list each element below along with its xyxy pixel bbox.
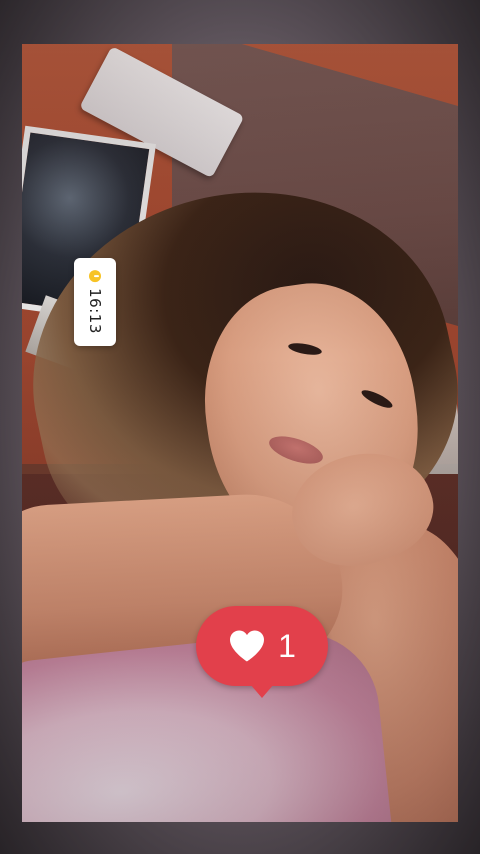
- photo-tint: [22, 44, 458, 822]
- time-sticker-content: 16:13: [86, 270, 104, 334]
- clock-icon: [89, 270, 101, 283]
- time-sticker[interactable]: 16:13: [74, 258, 116, 346]
- like-sticker[interactable]: 1: [196, 606, 328, 686]
- story-photo: [22, 44, 458, 822]
- time-text: 16:13: [86, 288, 104, 334]
- like-count: 1: [278, 628, 296, 664]
- heart-icon: [230, 630, 265, 662]
